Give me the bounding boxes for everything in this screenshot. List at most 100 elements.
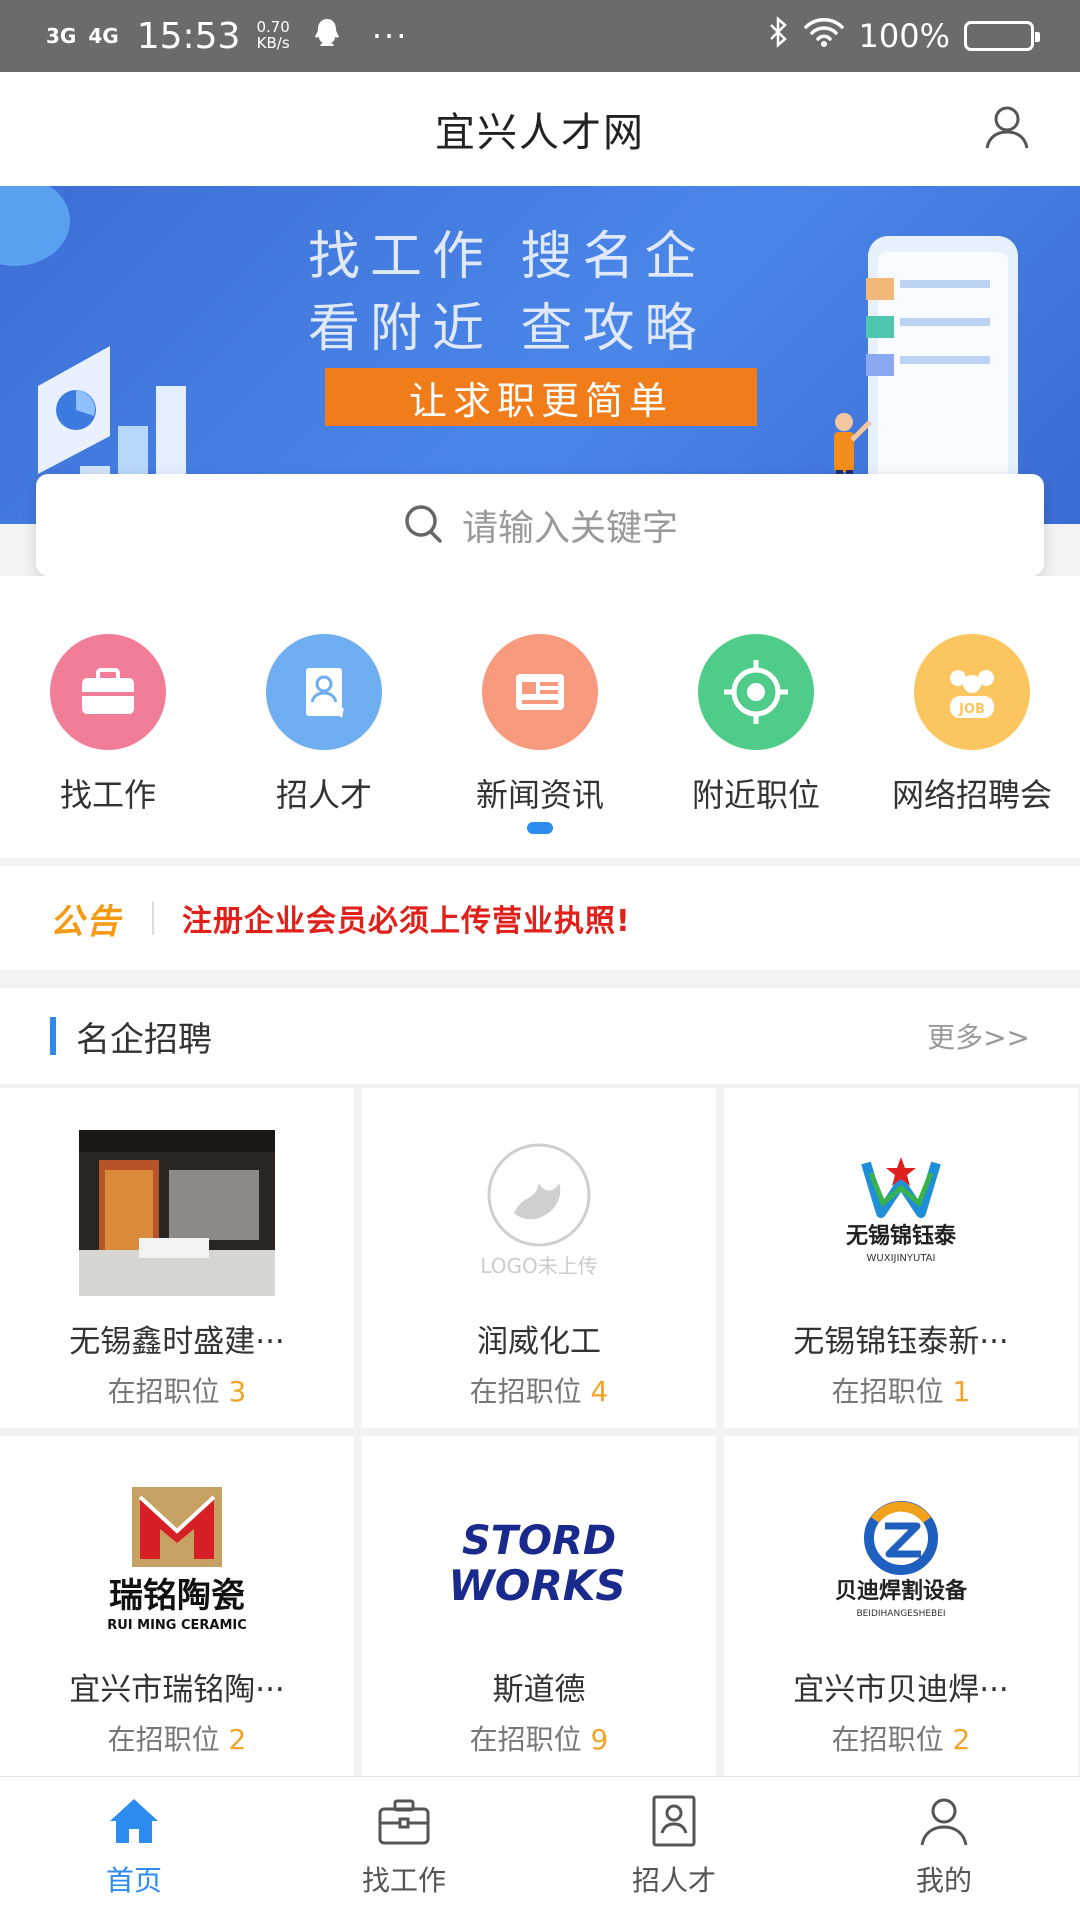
category-label: 附近职位 (691, 776, 820, 814)
qq-notification-icon (312, 17, 342, 56)
svg-text:贝迪焊割设备: 贝迪焊割设备 (835, 1578, 968, 1604)
tab-mine[interactable]: 我的 (854, 1793, 1034, 1899)
job-count-value: 9 (590, 1723, 609, 1756)
section-accent-bar (50, 1017, 56, 1055)
resume-icon (646, 1793, 702, 1849)
company-store-photo (77, 1128, 277, 1298)
battery-icon (964, 21, 1040, 51)
network-speed: 0.70 KB/s (256, 19, 290, 52)
stord-works-logo: STORD WORKS (439, 1476, 639, 1646)
divider (152, 901, 154, 935)
company-card[interactable]: STORD WORKS 斯道德 在招职位 9 (362, 1436, 716, 1776)
bluetooth-icon (767, 16, 789, 56)
category-label: 招人才 (275, 776, 372, 814)
category-label: 网络招聘会 (891, 776, 1052, 814)
tab-label: 首页 (105, 1864, 162, 1897)
company-card[interactable]: 瑞铭陶瓷 RUI MING CERAMIC 宜兴市瑞铭陶··· 在招职位 2 (0, 1436, 354, 1776)
tab-find-job[interactable]: 找工作 (314, 1793, 494, 1899)
banner-slogan: 让求职更简单 (325, 368, 757, 426)
job-count: 在招职位 4 (362, 1370, 716, 1410)
battery-percent: 100% (858, 17, 950, 55)
carousel-page-indicator (527, 822, 553, 834)
svg-text:无锡锦钰泰: 无锡锦钰泰 (846, 1223, 957, 1249)
tab-find-talent[interactable]: 招人才 (584, 1793, 764, 1899)
section-title: 名企招聘 (76, 1019, 212, 1060)
user-profile-icon[interactable] (982, 102, 1032, 152)
beidi-logo: 贝迪焊割设备 BEIDIHANGESHEBEI (801, 1476, 1001, 1646)
job-count-label: 在招职位 (107, 1375, 220, 1408)
company-card[interactable]: LOGO未上传 润威化工 在招职位 4 (362, 1088, 716, 1428)
company-card[interactable]: 无锡鑫时盛建··· 在招职位 3 (0, 1088, 354, 1428)
status-time: 15:53 (136, 15, 241, 57)
job-count-value: 2 (228, 1723, 247, 1756)
tab-label: 我的 (915, 1864, 972, 1897)
tab-label: 招人才 (631, 1864, 716, 1897)
featured-companies-header: 名企招聘 更多>> (0, 988, 1080, 1084)
company-card[interactable]: 贝迪焊割设备 BEIDIHANGESHEBEI 宜兴市贝迪焊··· 在招职位 2 (724, 1436, 1078, 1776)
more-link[interactable]: 更多>> (927, 1016, 1030, 1056)
category-find-job[interactable]: 找工作 (8, 634, 208, 816)
app-header: 宜兴人才网 (0, 72, 1080, 186)
svg-text:BEIDIHANGESHEBEI: BEIDIHANGESHEBEI (856, 1609, 945, 1619)
announcement-text[interactable]: 注册企业会员必须上传营业执照! (182, 896, 631, 940)
search-bar[interactable]: 请输入关键字 (36, 474, 1044, 576)
svg-text:瑞铭陶瓷: 瑞铭陶瓷 (109, 1576, 245, 1616)
wifi-icon (803, 16, 845, 56)
network-speed-unit: KB/s (256, 34, 290, 52)
status-bar: 3G 4G 15:53 0.70 KB/s ··· 100% (0, 0, 1080, 72)
category-nearby-jobs[interactable]: 附近职位 (656, 634, 856, 816)
job-count-value: 4 (590, 1375, 609, 1408)
svg-text:WORKS: WORKS (449, 1561, 626, 1610)
logo-placeholder-text: LOGO未上传 (480, 1254, 597, 1278)
job-count-label: 在招职位 (831, 1375, 944, 1408)
job-count-value: 2 (952, 1723, 971, 1756)
company-card[interactable]: 无锡锦钰泰 WUXIJINYUTAI 无锡锦钰泰新··· 在招职位 1 (724, 1088, 1078, 1428)
category-label: 新闻资讯 (475, 776, 604, 814)
briefcase-icon (50, 634, 166, 750)
job-count: 在招职位 3 (0, 1370, 354, 1410)
category-online-job-fair[interactable]: JOB 网络招聘会 (872, 634, 1072, 816)
location-target-icon (698, 634, 814, 750)
company-name: 润威化工 (477, 1324, 601, 1360)
category-label: 找工作 (59, 776, 156, 814)
news-icon (482, 634, 598, 750)
job-count-label: 在招职位 (469, 1375, 582, 1408)
company-name: 无锡锦钰泰新··· (793, 1324, 1009, 1360)
company-name: 宜兴市瑞铭陶··· (69, 1672, 285, 1708)
search-input[interactable]: 请输入关键字 (462, 499, 678, 551)
job-count: 在招职位 2 (0, 1718, 354, 1758)
banner-decoration (0, 186, 70, 266)
company-name: 无锡鑫时盛建··· (69, 1324, 285, 1360)
svg-text:STORD: STORD (462, 1518, 616, 1564)
announcement-bar[interactable]: 公告 注册企业会员必须上传营业执照! (0, 866, 1080, 970)
resume-icon (266, 634, 382, 750)
job-count: 在招职位 9 (362, 1718, 716, 1758)
network-3g-indicator: 3G (46, 24, 77, 48)
page-title: 宜兴人才网 (435, 110, 645, 156)
svg-text:WUXIJINYUTAI: WUXIJINYUTAI (867, 1253, 936, 1264)
announcement-badge: 公告 (50, 901, 122, 942)
job-count-value: 3 (228, 1375, 247, 1408)
search-icon (402, 502, 444, 548)
svg-text:JOB: JOB (958, 702, 985, 717)
job-count: 在招职位 2 (724, 1718, 1078, 1758)
job-count: 在招职位 1 (724, 1370, 1078, 1410)
bottom-navigation: 首页 找工作 招人才 我的 (0, 1776, 1080, 1920)
banner-line-2: 看附近 查攻略 (308, 299, 707, 359)
company-logo-placeholder: LOGO未上传 (439, 1128, 639, 1298)
tab-home[interactable]: 首页 (44, 1793, 224, 1899)
tab-label: 找工作 (361, 1864, 446, 1897)
category-news[interactable]: 新闻资讯 (440, 634, 640, 816)
job-count-label: 在招职位 (107, 1723, 220, 1756)
category-find-talent[interactable]: 招人才 (224, 634, 424, 816)
company-name: 斯道德 (492, 1672, 586, 1708)
job-count-label: 在招职位 (469, 1723, 582, 1756)
category-menu: 找工作 招人才 新闻资讯 附近职位 JOB 网络招聘会 (0, 576, 1080, 858)
network-4g-indicator: 4G (88, 24, 119, 48)
company-name: 宜兴市贝迪焊··· (793, 1672, 1009, 1708)
more-notifications-icon: ··· (371, 17, 409, 55)
banner-line-1: 找工作 搜名企 (308, 227, 707, 287)
company-grid: 无锡鑫时盛建··· 在招职位 3 LOGO未上传 润威化工 在招职位 4 无锡锦… (0, 1088, 1080, 1778)
briefcase-icon (376, 1793, 432, 1849)
ruiming-ceramic-logo: 瑞铭陶瓷 RUI MING CERAMIC (77, 1476, 277, 1646)
